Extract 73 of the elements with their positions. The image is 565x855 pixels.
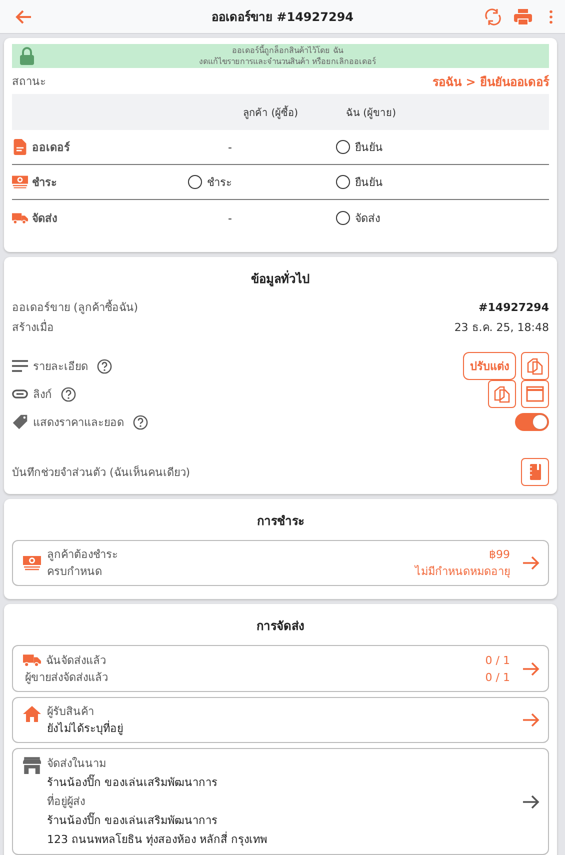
sender-item[interactable]: จัดส่งในนาม ร้านน้องปิ๊ก ของเล่นเสริมพัฒนาการ ที่อยู่ผู้ส่ง ร้านน้องปิ๊ก ของเล่นเสริมพัฒนาการ 123 ถนนพหลโยธิน ทุ่งสองห้อง หลักสี่ กรุงเทพ: [12, 748, 549, 855]
copy-icon: [526, 357, 544, 375]
arrow-right-icon: [522, 555, 540, 571]
lines-icon: [12, 358, 28, 374]
show-price-label: แสดงราคาและยอด: [33, 415, 124, 431]
copy-button[interactable]: [488, 380, 516, 408]
column-header: ฉัน (ผู้ขาย): [345, 106, 397, 120]
info-value: 23 ธ.ค. 25, 18:48: [454, 320, 549, 336]
sender-address: 123 ถนนพหลโยธิน ทุ่งสองห้อง หลักสี่ กรุงเทพ: [47, 830, 268, 848]
sender-address-label: ที่อยู่ผู้ส่ง: [47, 792, 86, 810]
info-label: ออเดอร์ขาย (ลูกค้าซื้อฉัน): [12, 298, 138, 316]
house-icon: [23, 705, 41, 723]
window-icon: [526, 385, 544, 403]
section-title: ข้อมูลทั่วไป: [250, 269, 311, 288]
due-label: ครบกำหนด: [47, 564, 103, 580]
help-icon[interactable]: [97, 358, 112, 374]
shipment-count: 0 / 1: [485, 652, 510, 668]
print-icon[interactable]: [513, 6, 533, 26]
info-value: #14927294: [478, 300, 549, 316]
empty-value: -: [228, 140, 232, 154]
step-label: จัดส่ง: [32, 211, 57, 227]
tag-icon: [12, 414, 28, 430]
payment-item[interactable]: ลูกค้าต้องชำระ ครบกำหนด ฿99 ไม่มีกำหนดหมดอายุ: [12, 540, 549, 586]
lock-message: งดแก้ไขรายการและจำนวนสินค้า หรือยกเลิกออเดอร์: [199, 56, 376, 67]
sender-label: จัดส่งในนาม: [47, 756, 107, 772]
copy-icon: [493, 385, 511, 403]
status-value: รอฉัน > ยืนยันออเดอร์: [432, 74, 549, 91]
step-label: ออเดอร์: [32, 140, 70, 156]
help-icon[interactable]: [133, 414, 148, 430]
seller-shipped-label: ผู้ขายส่งจัดส่งแล้ว: [24, 670, 109, 686]
step-label: ชำระ: [32, 175, 57, 191]
details-label: รายละเอียด: [33, 359, 88, 375]
empty-value: -: [228, 212, 232, 224]
page-title: ออเดอร์ขาย #14927294: [211, 9, 354, 26]
document-icon: [12, 139, 28, 155]
shipment-count: 0 / 1: [485, 670, 510, 686]
notebook-button[interactable]: [521, 458, 549, 486]
truck-icon: [12, 210, 28, 226]
sender-address-name: ร้านน้องปิ๊ก ของเล่นเสริมพัฒนาการ: [47, 811, 218, 829]
arrow-right-icon: [522, 794, 540, 810]
column-header: ลูกค้า (ผู้ซื้อ): [242, 104, 299, 120]
shipment-item[interactable]: ฉันจัดส่งแล้ว ผู้ขายส่งจัดส่งแล้ว 0 / 1 0 / 1: [12, 645, 549, 692]
money-icon: [23, 554, 41, 572]
recipient-address: ยังไม่ได้ระบุที่อยู่: [47, 720, 124, 737]
show-price-toggle[interactable]: [515, 413, 549, 431]
expiry-text: ไม่มีกำหนดหมดอายุ: [415, 564, 510, 580]
copy-button[interactable]: [521, 352, 549, 380]
store-icon: [23, 756, 41, 774]
section-title: การจัดส่ง: [256, 618, 306, 635]
money-icon: [12, 174, 28, 190]
step-radio[interactable]: ยืนยัน: [336, 173, 383, 191]
lock-icon: [20, 47, 34, 65]
payment-label: ลูกค้าต้องชำระ: [47, 547, 118, 563]
amount: ฿99: [489, 547, 510, 563]
lock-message: ออเดอร์นี้ถูกล็อกสินค้าไว้โดย ฉัน: [232, 45, 343, 56]
open-window-button[interactable]: [521, 380, 549, 408]
shipped-label: ฉันจัดส่งแล้ว: [46, 652, 106, 668]
info-label: สร้างเมื่อ: [12, 318, 54, 336]
arrow-right-icon: [522, 660, 540, 676]
help-icon[interactable]: [61, 386, 76, 402]
step-radio[interactable]: ชำระ: [188, 173, 232, 191]
sender-name: ร้านน้องปิ๊ก ของเล่นเสริมพัฒนาการ: [47, 773, 218, 791]
step-radio[interactable]: ยืนยัน: [336, 138, 383, 156]
more-menu-icon[interactable]: [549, 10, 553, 24]
refresh-icon[interactable]: [483, 6, 503, 26]
recipient-item[interactable]: ผู้รับสินค้า ยังไม่ได้ระบุที่อยู่: [12, 697, 549, 743]
arrow-right-icon: [522, 712, 540, 728]
recipient-label: ผู้รับสินค้า: [47, 704, 95, 720]
section-title: การชำระ: [256, 513, 305, 530]
step-radio[interactable]: จัดส่ง: [336, 209, 380, 227]
note-label: บันทึกช่วยจำส่วนตัว (ฉันเห็นคนเดียว): [12, 464, 190, 481]
status-label: สถานะ: [12, 74, 46, 90]
link-label: ลิงก์: [33, 387, 52, 403]
